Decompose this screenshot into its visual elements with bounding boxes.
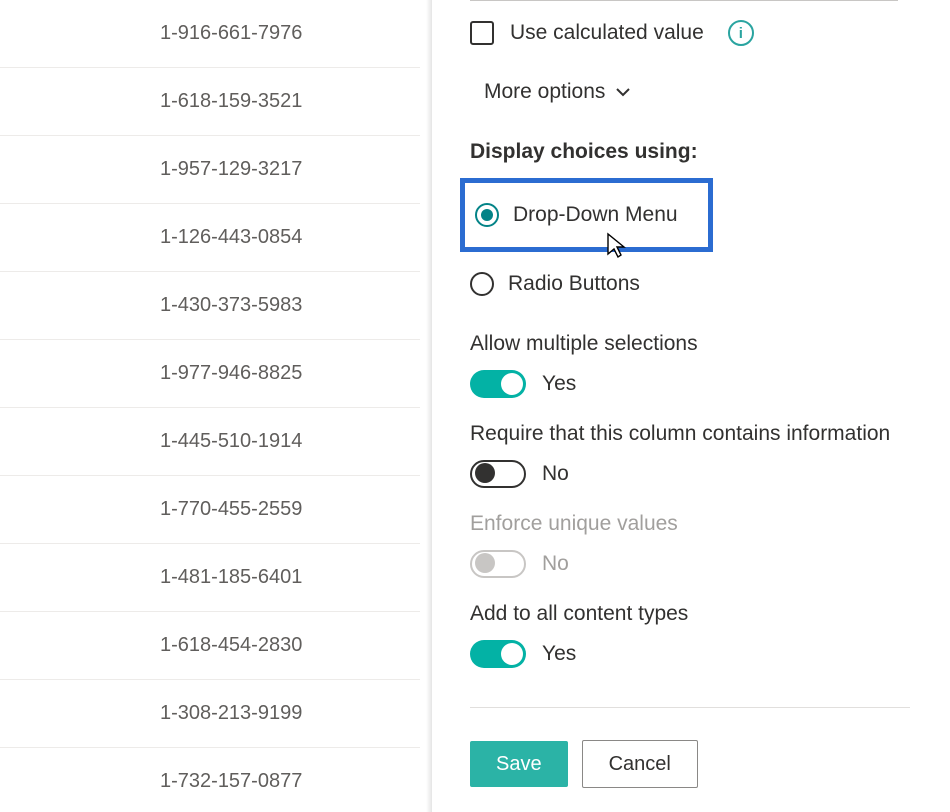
cell-left [0,68,160,135]
allow-multiple-toggle[interactable] [470,370,526,398]
cell-phone: 1-430-373-5983 [160,272,420,339]
cell-left: des [0,136,160,203]
radio-dropdown-menu[interactable]: Drop-Down Menu [460,178,713,252]
require-toggle[interactable] [470,460,526,488]
table-row[interactable]: des1-481-185-6401 [0,544,420,612]
more-options-toggle[interactable]: More options [484,80,910,104]
table-row[interactable]: 1-445-510-1914 [0,408,420,476]
enforce-unique-heading: Enforce unique values [470,512,910,536]
panel-footer: Save Cancel [470,707,910,812]
use-calculated-value-checkbox[interactable] [470,21,494,45]
cell-left [0,0,160,67]
cell-phone: 1-618-454-2830 [160,612,420,679]
table-row[interactable]: 1-618-159-3521 [0,68,420,136]
radio-radio-buttons[interactable]: Radio Buttons [460,254,910,314]
allow-multiple-heading: Allow multiple selections [470,332,910,356]
table-row[interactable]: 1-430-373-5983 [0,272,420,340]
table-row[interactable]: 1-770-455-2559 [0,476,420,544]
table-row[interactable]: 1-977-946-8825 [0,340,420,408]
enforce-unique-value: No [542,552,569,576]
cell-phone: 1-957-129-3217 [160,136,420,203]
cell-phone: 1-770-455-2559 [160,476,420,543]
cell-phone: 1-481-185-6401 [160,544,420,611]
radio-icon [470,272,494,296]
chevron-down-icon [615,84,631,100]
divider [470,0,898,1]
table-row[interactable]: 1-916-661-7976 [0,0,420,68]
cell-left [0,612,160,679]
panel-shadow [426,0,432,812]
cell-left [0,476,160,543]
cell-left: des [0,204,160,271]
cell-phone: 1-308-213-9199 [160,680,420,747]
use-calculated-value-row[interactable]: Use calculated value i [470,20,910,46]
cell-phone: 1-732-157-0877 [160,748,420,812]
cancel-button[interactable]: Cancel [582,740,698,788]
cell-phone: 1-916-661-7976 [160,0,420,67]
use-calculated-value-label: Use calculated value [510,21,704,45]
enforce-unique-toggle [470,550,526,578]
display-choices-heading: Display choices using: [470,140,910,164]
info-icon[interactable]: i [728,20,754,46]
table-row[interactable]: des1-126-443-0854 [0,204,420,272]
allow-multiple-value: Yes [542,372,576,396]
column-settings-panel: Use calculated value i More options Disp… [432,0,950,812]
cell-left: des [0,544,160,611]
add-all-content-types-heading: Add to all content types [470,602,910,626]
add-all-content-types-value: Yes [542,642,576,666]
table-row[interactable]: des1-957-129-3217 [0,136,420,204]
cell-left [0,272,160,339]
radio-icon-selected [475,203,499,227]
cell-left: des [0,748,160,812]
radio-radiobuttons-label: Radio Buttons [508,272,640,296]
cell-left [0,408,160,475]
table-row[interactable]: des1-732-157-0877 [0,748,420,812]
table-row[interactable]: 1-308-213-9199 [0,680,420,748]
save-button[interactable]: Save [470,741,568,787]
radio-dropdown-label: Drop-Down Menu [513,203,678,227]
cell-phone: 1-977-946-8825 [160,340,420,407]
panel-scroll-area[interactable]: Use calculated value i More options Disp… [470,6,910,716]
cell-phone: 1-618-159-3521 [160,68,420,135]
require-value: No [542,462,569,486]
more-options-label: More options [484,80,605,104]
require-heading: Require that this column contains inform… [470,422,910,446]
cell-left [0,340,160,407]
cell-left [0,680,160,747]
background-list: 1-916-661-7976 1-618-159-3521 des1-957-1… [0,0,420,812]
cell-phone: 1-445-510-1914 [160,408,420,475]
table-row[interactable]: 1-618-454-2830 [0,612,420,680]
cell-phone: 1-126-443-0854 [160,204,420,271]
add-all-content-types-toggle[interactable] [470,640,526,668]
